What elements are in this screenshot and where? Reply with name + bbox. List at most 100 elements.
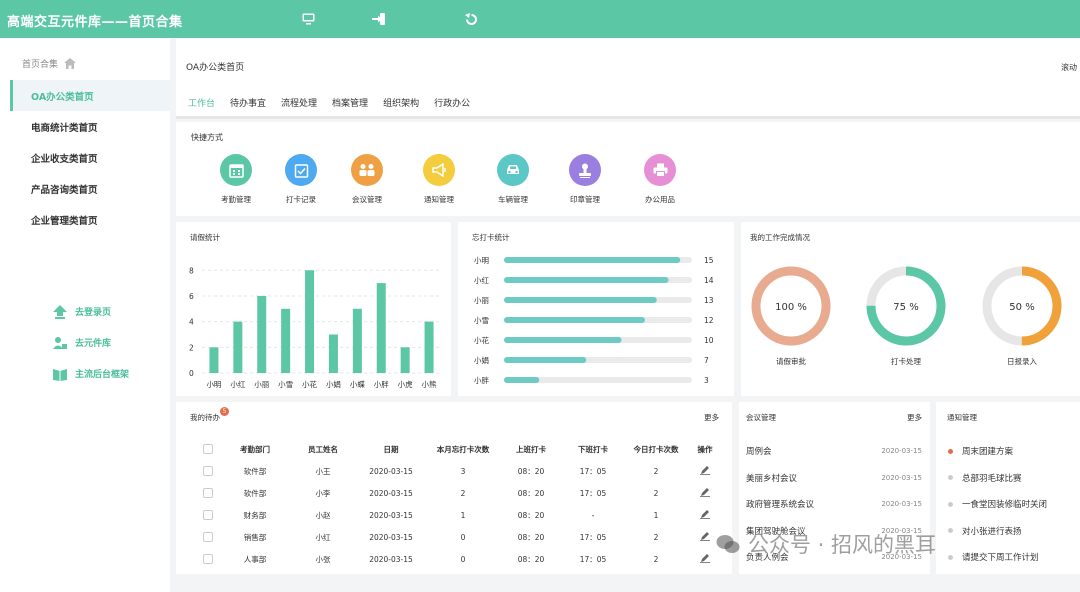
breadcrumb[interactable]: 首页合集 (22, 57, 77, 70)
todo-more-link[interactable]: 更多 (704, 412, 719, 423)
meeting-item[interactable]: 美丽乡村会议 2020-03-15 (746, 465, 922, 492)
table-cell: 17：05 (579, 532, 607, 542)
sidebar-item-oa[interactable]: OA办公类首页 (10, 80, 170, 111)
sidebar-item-finance[interactable]: 企业收支类首页 (10, 142, 170, 173)
notice-item[interactable]: 对小张进行表扬 (948, 518, 1080, 545)
table-cell: 17：05 (579, 554, 607, 564)
tab-workbench[interactable]: 工作台 (188, 96, 216, 118)
sidebar-item-management[interactable]: 企业管理类首页 (10, 204, 170, 235)
category-label: 小娟 (474, 355, 489, 365)
quick-vehicle[interactable]: 车辆管理 (483, 154, 543, 205)
tab-admin[interactable]: 行政办公 (434, 96, 470, 118)
table-cell: 软件部 (243, 466, 267, 476)
meeting-date: 2020-03-15 (881, 500, 922, 509)
table-cell: 08：20 (517, 532, 545, 542)
meeting-title: 会议管理 (746, 413, 776, 422)
page-title: OA办公类首页 (186, 63, 245, 73)
bar (281, 308, 291, 373)
quick-vehicle-label: 车辆管理 (498, 195, 528, 204)
page-header: OA办公类首页 滚动 工作台 待办事宜 流程处理 档案管理 组织架构 行政办公 (176, 38, 1080, 119)
notice-item[interactable]: 请提交下周工作计划 (948, 544, 1080, 571)
edit-icon[interactable] (688, 460, 722, 482)
tab-process[interactable]: 流程处理 (281, 96, 317, 118)
notice-dot (948, 475, 953, 481)
table-cell: 2 (653, 488, 659, 498)
table-cell: 小赵 (315, 510, 331, 520)
bar (504, 357, 587, 363)
col-dept: 考勤部门 (240, 444, 270, 454)
people-icon (53, 336, 67, 349)
quick-meeting[interactable]: 会议管理 (337, 154, 397, 205)
notice-item[interactable]: 一食堂因装修临时关闭 (948, 491, 1080, 518)
bar (209, 347, 219, 373)
col-forgot-count: 本月忘打卡次数 (436, 444, 490, 454)
tab-todo[interactable]: 待办事宜 (230, 96, 266, 118)
y-tick-label: 8 (189, 266, 194, 275)
goto-login-link[interactable]: 去登录页 (53, 296, 129, 327)
todo-table-header: 考勤部门 员工姓名 日期 本月忘打卡次数 上班打卡 下班打卡 今日打卡次数 操作 (196, 438, 722, 460)
table-cell: 08：20 (517, 554, 545, 564)
quick-notice[interactable]: 通知管理 (409, 154, 469, 205)
edit-icon[interactable] (688, 504, 722, 526)
meeting-name: 周例会 (746, 447, 772, 458)
row-checkbox[interactable] (196, 548, 220, 570)
notice-dot (948, 554, 953, 560)
admin-framework-link[interactable]: 主流后台框架 (53, 358, 129, 389)
edit-icon[interactable] (688, 482, 722, 504)
bar (504, 337, 622, 343)
meeting-item[interactable]: 周例会 2020-03-15 (746, 438, 922, 465)
row-checkbox[interactable] (196, 504, 220, 526)
table-cell: 2020-03-15 (369, 488, 413, 498)
goto-library-link[interactable]: 去元件库 (53, 327, 129, 358)
sidebar-item-ecommerce[interactable]: 电商统计类首页 (10, 111, 170, 142)
bar (504, 377, 540, 383)
book-icon (53, 368, 67, 381)
refresh-icon[interactable] (463, 11, 479, 27)
meeting-item[interactable]: 政府管理系统会议 2020-03-15 (746, 491, 922, 518)
donut-label: 请假审批 (776, 356, 806, 366)
quick-stamp[interactable]: 印章管理 (555, 154, 615, 205)
row-checkbox[interactable] (196, 460, 220, 482)
top-bar: 高端交互元件库——首页合集 (0, 0, 1080, 38)
value-label: 3 (704, 376, 709, 385)
wechat-icon (716, 535, 740, 553)
donut-label: 日报录入 (1007, 356, 1037, 366)
row-checkbox[interactable] (196, 526, 220, 548)
value-label: 12 (704, 316, 714, 325)
quick-supplies-label: 办公用品 (645, 195, 675, 204)
quick-attendance[interactable]: 考勤管理 (206, 154, 266, 205)
todo-count-badge: 5 (220, 407, 229, 416)
tab-archive[interactable]: 档案管理 (332, 96, 368, 118)
table-cell: 小李 (315, 488, 331, 498)
bar (352, 308, 362, 373)
bar (504, 317, 645, 323)
notice-dot (948, 501, 953, 507)
sidebar-links: 去登录页 去元件库 主流后台框架 (53, 296, 129, 389)
table-cell: 1 (653, 510, 659, 520)
table-cell: 2 (460, 488, 466, 498)
work-completion-chart: 100 % 请假审批 75 % 打卡处理 50 % 日报录入 (751, 266, 1062, 366)
category-label: 小胖 (474, 375, 489, 385)
select-all-checkbox[interactable] (196, 438, 220, 460)
table-cell: 软件部 (243, 488, 267, 498)
login-icon[interactable] (371, 11, 387, 27)
monitor-icon[interactable] (300, 11, 316, 27)
home-icon (64, 58, 77, 69)
x-tick-label: 小红 (230, 379, 245, 389)
notice-item[interactable]: 周末团建方案 (948, 438, 1080, 465)
quick-access-title: 快捷方式 (191, 133, 223, 142)
notice-item[interactable]: 总部羽毛球比赛 (948, 465, 1080, 492)
calendar-icon (220, 154, 252, 186)
bar (328, 334, 338, 373)
scroll-hint: 滚动 (1061, 63, 1077, 72)
watermark-text: 公众号 · 招风的黑耳 (748, 533, 937, 557)
quick-checkin[interactable]: 打卡记录 (271, 154, 331, 205)
tab-organization[interactable]: 组织架构 (383, 96, 419, 118)
quick-checkin-label: 打卡记录 (286, 195, 316, 204)
meeting-more-link[interactable]: 更多 (907, 412, 922, 423)
meeting-date: 2020-03-15 (881, 447, 922, 456)
quick-supplies[interactable]: 办公用品 (630, 154, 690, 205)
quick-access-panel: 快捷方式 考勤管理 打卡记录 会议管理 通知管理 车辆管理 印章管理 办公用品 (176, 122, 1080, 216)
sidebar-item-product[interactable]: 产品咨询类首页 (10, 173, 170, 204)
row-checkbox[interactable] (196, 482, 220, 504)
